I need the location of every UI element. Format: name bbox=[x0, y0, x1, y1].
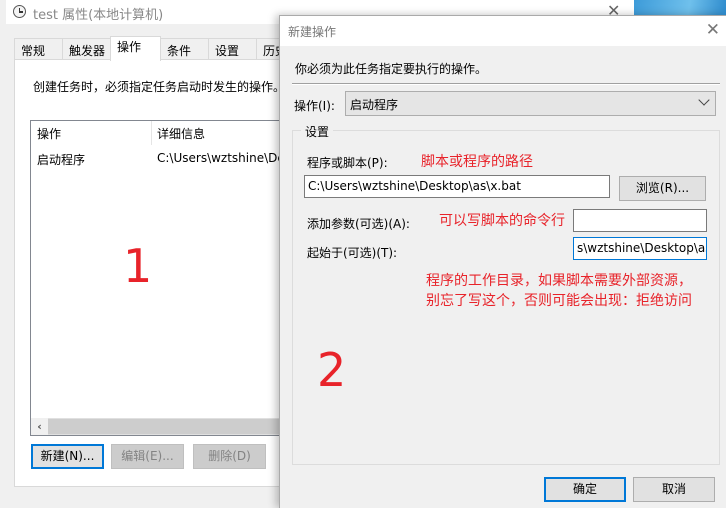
scrollbar-thumb[interactable] bbox=[48, 419, 294, 434]
tab-settings[interactable]: 设置 bbox=[208, 38, 257, 60]
actions-description: 创建任务时，必须指定任务启动时发生的操作。 bbox=[33, 80, 286, 94]
row-details: C:\Users\wztshine\Desktop\as\x.bat bbox=[157, 151, 294, 165]
operation-label: 操作(I): bbox=[294, 99, 335, 113]
tab-label: 操作 bbox=[117, 40, 142, 54]
program-label: 程序或脚本(P): bbox=[307, 156, 388, 170]
tab-conditions[interactable]: 条件 bbox=[160, 38, 209, 60]
list-header: 操作 详细信息 bbox=[31, 121, 294, 145]
desktop-background bbox=[633, 0, 726, 16]
dialog-intro: 你必须为此任务指定要执行的操作。 bbox=[295, 62, 488, 76]
row-action: 启动程序 bbox=[37, 153, 86, 167]
close-icon[interactable]: ✕ bbox=[706, 20, 720, 40]
operation-select[interactable]: 启动程序 bbox=[345, 91, 716, 116]
tab-label: 触发器 bbox=[69, 44, 106, 58]
program-input[interactable]: C:\Users\wztshine\Desktop\as\x.bat bbox=[304, 175, 610, 198]
annotation-arguments: 可以写脚本的命令行 bbox=[439, 213, 565, 229]
start-in-input[interactable]: s\wztshine\Desktop\as bbox=[573, 237, 707, 260]
column-header-action[interactable]: 操作 bbox=[37, 125, 61, 142]
new-action-button[interactable]: 新建(N)... bbox=[31, 444, 104, 469]
tab-label: 条件 bbox=[167, 44, 192, 58]
left-window-edge bbox=[0, 0, 6, 508]
clock-icon bbox=[13, 5, 26, 18]
tab-triggers[interactable]: 触发器 bbox=[62, 38, 111, 60]
annotation-start-in-line2: 别忘了写这个，否则可能会出现：拒绝访问 bbox=[426, 293, 692, 309]
chevron-down-icon bbox=[698, 94, 710, 106]
annotation-number-1: 1 bbox=[123, 239, 153, 293]
column-separator[interactable] bbox=[151, 121, 152, 145]
horizontal-scrollbar[interactable]: ‹ bbox=[31, 418, 294, 435]
annotation-number-2: 2 bbox=[317, 343, 347, 397]
scroll-left-icon[interactable]: ‹ bbox=[31, 418, 48, 435]
arguments-input[interactable] bbox=[573, 209, 707, 232]
tab-label: 设置 bbox=[215, 44, 240, 58]
settings-group: 设置 程序或脚本(P): 脚本或程序的路径 C:\Users\wztshine\… bbox=[292, 123, 720, 465]
divider bbox=[292, 83, 720, 85]
delete-action-button[interactable]: 删除(D) bbox=[193, 444, 266, 469]
dialog-title-bar: 新建操作 ✕ bbox=[280, 16, 726, 46]
actions-list[interactable]: 操作 详细信息 启动程序 C:\Users\wztshine\Desktop\a… bbox=[30, 120, 295, 436]
window-title: test 属性(本地计算机) bbox=[33, 8, 164, 23]
annotation-program-path: 脚本或程序的路径 bbox=[421, 154, 533, 170]
dialog-title: 新建操作 bbox=[288, 25, 337, 39]
edit-action-button[interactable]: 编辑(E)... bbox=[111, 444, 184, 469]
browse-button[interactable]: 浏览(R)... bbox=[619, 176, 706, 201]
annotation-start-in-line1: 程序的工作目录，如果脚本需要外部资源， bbox=[426, 273, 692, 289]
actions-panel: 创建任务时，必须指定任务启动时发生的操作。 操作 详细信息 启动程序 C:\Us… bbox=[14, 59, 295, 487]
settings-legend: 设置 bbox=[301, 123, 334, 140]
tab-actions[interactable]: 操作 bbox=[110, 36, 161, 61]
ok-button[interactable]: 确定 bbox=[544, 477, 626, 502]
operation-value: 启动程序 bbox=[350, 98, 399, 112]
arguments-label: 添加参数(可选)(A): bbox=[307, 217, 410, 231]
screen: test 属性(本地计算机) ✕ 常规 触发器 操作 条件 设置 历史 创建任务… bbox=[0, 0, 726, 508]
start-in-label: 起始于(可选)(T): bbox=[307, 246, 398, 260]
tab-general[interactable]: 常规 bbox=[14, 38, 63, 60]
tab-label: 常规 bbox=[21, 44, 46, 58]
cancel-button[interactable]: 取消 bbox=[633, 477, 715, 502]
column-header-details[interactable]: 详细信息 bbox=[157, 125, 205, 142]
new-action-dialog: 新建操作 ✕ 你必须为此任务指定要执行的操作。 操作(I): 启动程序 设置 程… bbox=[279, 15, 726, 508]
